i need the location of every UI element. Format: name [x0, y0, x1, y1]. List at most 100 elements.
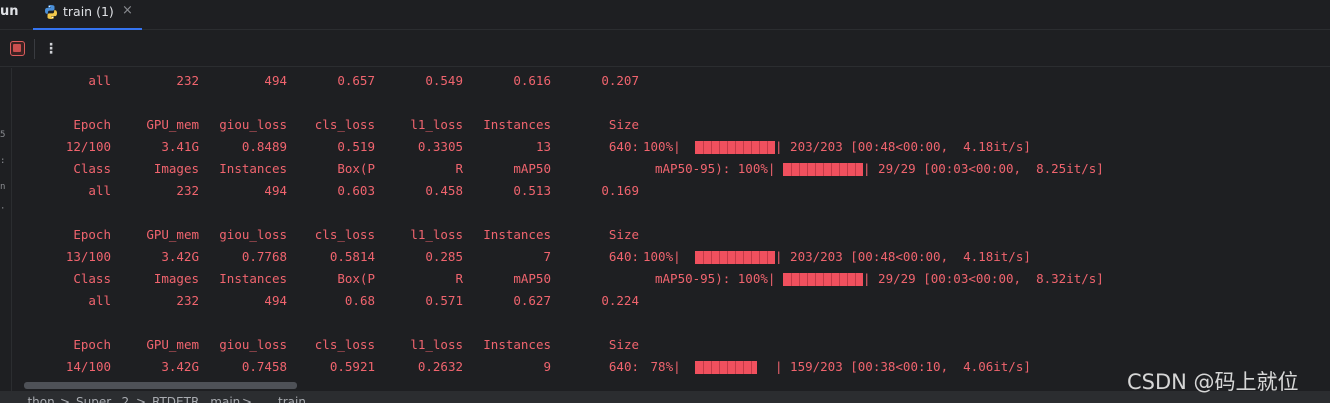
close-icon[interactable]: ×: [122, 3, 133, 18]
progress-status: | 203/203 [00:48<00:00, 4.18it/s]: [775, 249, 1031, 264]
metric-cell: 0.513: [513, 183, 551, 198]
progress-percent: 100%|: [643, 249, 681, 264]
column-header: cls_loss: [314, 337, 375, 352]
train-metric-cell: 0.3305: [417, 139, 463, 154]
epoch-counter: 14/100: [65, 359, 111, 374]
progress-status: | 203/203 [00:48<00:00, 4.18it/s]: [775, 139, 1031, 154]
metric-cell: 0.169: [601, 183, 639, 198]
val-progress-percent: mAP50-95): 100%|: [655, 271, 776, 286]
metric-cell: all: [88, 183, 111, 198]
column-header: Box(P: [337, 161, 375, 176]
column-header: Instances: [483, 227, 551, 242]
train-metric-cell: 640:: [608, 139, 639, 154]
tab-label: train (1): [63, 4, 114, 19]
column-header: Instances: [483, 117, 551, 132]
metric-cell: 0.68: [344, 293, 375, 308]
progress-status: | 159/203 [00:38<00:10, 4.06it/s]: [775, 359, 1031, 374]
column-header: Size: [608, 227, 639, 242]
train-metric-cell: 0.7458: [241, 359, 287, 374]
column-header: R: [455, 161, 463, 176]
column-header: mAP50: [513, 271, 551, 286]
metric-cell: 0.571: [425, 293, 463, 308]
column-header: giou_loss: [219, 337, 287, 352]
train-metric-cell: 9: [543, 359, 551, 374]
console-line: Epoch GPU_mem giou_loss cls_loss l1_loss Inst…: [13, 334, 1313, 356]
metric-cell: 0.657: [337, 73, 375, 88]
column-header: Epoch: [73, 227, 111, 242]
train-progress-bar: [695, 251, 775, 264]
column-header: cls_loss: [314, 227, 375, 242]
breadcrumb-item[interactable]: RTDETR...main: [152, 395, 240, 403]
breadcrumb-separator: >: [60, 395, 71, 403]
breadcrumb-item[interactable]: ...thon: [16, 395, 55, 403]
breadcrumb-item[interactable]: Super...2: [76, 395, 129, 403]
gutter-mark: 5: [0, 130, 6, 140]
val-progress-bar: [783, 163, 863, 176]
column-header: giou_loss: [219, 227, 287, 242]
progress-percent: 100%|: [643, 139, 681, 154]
train-metric-cell: 13: [535, 139, 551, 154]
column-header: giou_loss: [219, 117, 287, 132]
gutter-mark: n: [0, 182, 6, 192]
metric-cell: 494: [264, 183, 287, 198]
column-header: Epoch: [73, 117, 111, 132]
run-toolbar: ⋮: [0, 31, 1330, 67]
column-header: mAP50: [513, 161, 551, 176]
train-progress-bar: [695, 141, 775, 154]
metric-cell: all: [88, 73, 111, 88]
metric-cell: 232: [176, 183, 199, 198]
train-metric-cell: 3.42G: [161, 359, 199, 374]
train-metric-cell: 0.5814: [329, 249, 375, 264]
stop-icon[interactable]: [10, 41, 25, 56]
column-header: l1_loss: [410, 117, 463, 132]
progress-status: | 29/29 [00:03<00:00, 8.25it/s]: [863, 161, 1104, 176]
train-metric-cell: 3.42G: [161, 249, 199, 264]
metric-cell: 0.616: [513, 73, 551, 88]
train-metric-cell: 0.7768: [241, 249, 287, 264]
console-output[interactable]: all 232 494 0.657 0.549 0.616 0.207 Epoch GPU_me…: [13, 68, 1330, 390]
train-metric-cell: 0.519: [337, 139, 375, 154]
breadcrumb-separator: >: [136, 395, 147, 403]
column-header: GPU_mem: [146, 337, 199, 352]
column-header: Instances: [219, 271, 287, 286]
metric-cell: 0.603: [337, 183, 375, 198]
tab-train[interactable]: train (1) ×: [33, 0, 142, 30]
column-header: Instances: [483, 337, 551, 352]
metric-cell: 0.627: [513, 293, 551, 308]
train-metric-cell: 640:: [608, 359, 639, 374]
more-options-icon[interactable]: ⋮: [44, 38, 58, 60]
python-icon: [45, 5, 57, 19]
console-line: 12/100 3.41G 0.8489 0.519 0.3305 13 640: 100%| |…: [13, 136, 1313, 158]
gutter-mark: :: [0, 156, 6, 166]
console-line: Class Images Instances Box(P RmAP50 mAP50-95)…: [13, 158, 1313, 180]
console-line: Epoch GPU_mem giou_loss cls_loss l1_loss Inst…: [13, 224, 1313, 246]
horizontal-scrollbar[interactable]: [24, 382, 297, 389]
column-header: GPU_mem: [146, 227, 199, 242]
metric-cell: 0.549: [425, 73, 463, 88]
toolbar-divider: [34, 39, 35, 59]
train-metric-cell: 0.285: [425, 249, 463, 264]
breadcrumb-item[interactable]: train: [278, 395, 306, 403]
epoch-counter: 12/100: [65, 139, 111, 154]
column-header: l1_loss: [410, 337, 463, 352]
gutter-mark: ·: [0, 204, 6, 214]
run-window-label[interactable]: un: [0, 4, 19, 19]
breadcrumb-separator: >: [242, 395, 253, 403]
metric-cell: 0.207: [601, 73, 639, 88]
metric-cell: 494: [264, 293, 287, 308]
val-progress-percent: mAP50-95): 100%|: [655, 161, 776, 176]
console-line: 13/100 3.42G 0.7768 0.5814 0.285 7 640: 100%| | …: [13, 246, 1313, 268]
column-header: Images: [153, 271, 199, 286]
column-header: Class: [73, 161, 111, 176]
column-header: Box(P: [337, 271, 375, 286]
progress-status: | 29/29 [00:03<00:00, 8.32it/s]: [863, 271, 1104, 286]
metric-cell: 494: [264, 73, 287, 88]
train-metric-cell: 3.41G: [161, 139, 199, 154]
left-gutter: 5 : n ·: [0, 68, 12, 403]
column-header: Instances: [219, 161, 287, 176]
train-metric-cell: 640:: [608, 249, 639, 264]
epoch-counter: 13/100: [65, 249, 111, 264]
progress-percent: 78%|: [643, 359, 681, 374]
